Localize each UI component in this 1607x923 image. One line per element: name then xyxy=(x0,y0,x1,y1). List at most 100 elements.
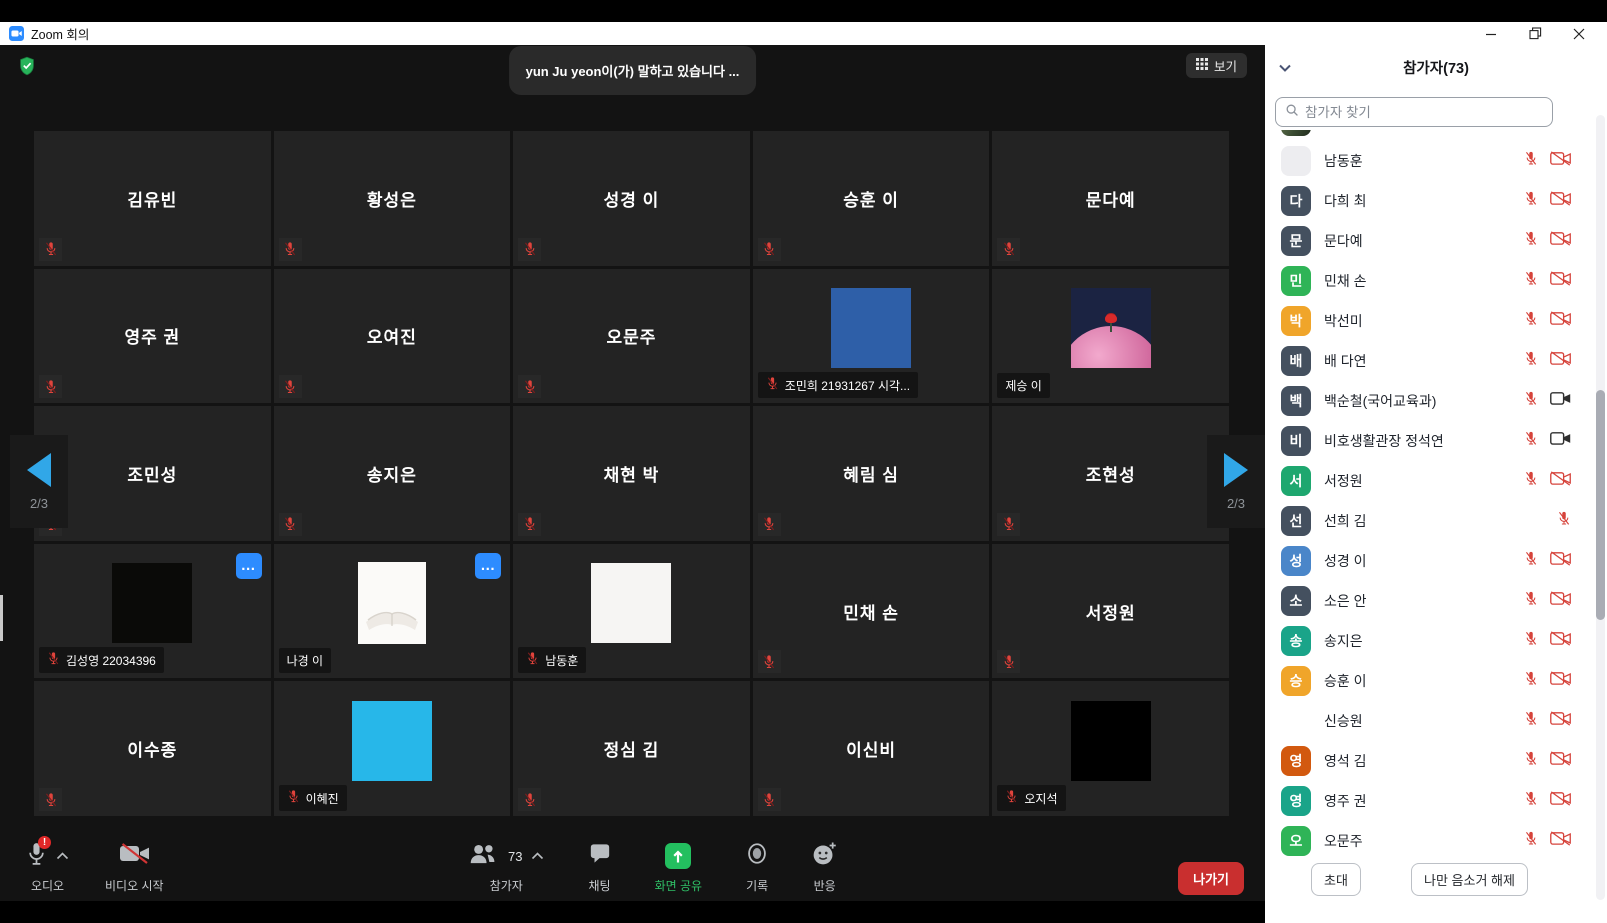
tile-more-button[interactable]: … xyxy=(236,553,262,579)
participant-name: 소은 안 xyxy=(1324,591,1511,611)
toolbar-item-audio[interactable]: !오디오 xyxy=(26,840,69,894)
participant-name: 남동훈 xyxy=(1324,151,1511,171)
mic-muted-icon xyxy=(1524,750,1538,772)
speaking-toast: yun Ju yeon이(가) 말하고 있습니다 ... xyxy=(509,46,757,95)
video-tile: 혜림 심 xyxy=(753,406,990,541)
participant-row[interactable]: 문문다예 xyxy=(1265,221,1595,261)
next-page-arrow-icon[interactable] xyxy=(1224,453,1248,487)
mic-muted-icon xyxy=(1524,190,1538,212)
window-controls xyxy=(1469,22,1601,45)
invite-button[interactable]: 초대 xyxy=(1311,863,1361,896)
video-tile: 황성은 xyxy=(274,131,511,266)
toolbar-item-chat[interactable]: 채팅 xyxy=(588,840,610,894)
tile-participant-name: 오문주 xyxy=(513,269,750,404)
tile-participant-name: 문다예 xyxy=(992,131,1229,266)
tile-participant-name: 승훈 이 xyxy=(753,131,990,266)
participant-row[interactable]: 오오문주 xyxy=(1265,821,1595,861)
participant-count: 73 xyxy=(508,849,522,864)
participant-status-icons xyxy=(1524,550,1571,572)
participant-list: 남동훈다다희 최문문다예민민채 손박 박선미배배 다연백백순철(국어교육과)비비호… xyxy=(1265,130,1595,861)
tile-participant-name: 이혜진 xyxy=(306,790,339,807)
tile-video-content xyxy=(358,562,426,644)
participant-avatar: 선 xyxy=(1281,506,1311,536)
camera-off-icon xyxy=(1550,471,1571,491)
tile-participant-name: 이수종 xyxy=(34,681,271,816)
minimize-button[interactable] xyxy=(1469,22,1513,45)
prev-page-arrow-icon[interactable] xyxy=(27,453,51,487)
mic-muted-icon xyxy=(287,789,300,807)
toolbar-item-label: 오디오 xyxy=(31,877,64,894)
panel-collapse-chevron-icon[interactable] xyxy=(1278,60,1292,78)
participant-row[interactable]: 송송지은 xyxy=(1265,621,1595,661)
mic-muted-icon xyxy=(766,376,779,394)
participants-scrollbar-thumb[interactable] xyxy=(1596,390,1605,620)
close-button[interactable] xyxy=(1557,22,1601,45)
mic-muted-icon xyxy=(1524,630,1538,652)
chevron-up-icon[interactable] xyxy=(56,847,69,865)
participant-row[interactable]: 박 박선미 xyxy=(1265,301,1595,341)
participant-status-icons xyxy=(1524,750,1571,772)
left-edge-scroll-handle[interactable] xyxy=(0,595,3,641)
toolbar-item-reactions[interactable]: 반응 xyxy=(812,840,837,894)
tile-name-label: 오지석 xyxy=(997,785,1065,811)
restore-button[interactable] xyxy=(1513,22,1557,45)
participant-row[interactable]: 소 소은 안 xyxy=(1265,581,1595,621)
participant-avatar: 소 xyxy=(1281,586,1311,616)
tile-participant-name: 오여진 xyxy=(274,269,511,404)
camera-off-icon xyxy=(1550,271,1571,291)
participant-row[interactable]: 배배 다연 xyxy=(1265,341,1595,381)
tile-video-content xyxy=(352,701,432,781)
toolbar-item-share[interactable]: 화면 공유 xyxy=(655,840,703,894)
tile-participant-name: 황성은 xyxy=(274,131,511,266)
participant-row[interactable]: 승승훈 이 xyxy=(1265,661,1595,701)
participant-status-icons xyxy=(1524,310,1571,332)
mic-muted-icon xyxy=(518,238,541,261)
camera-off-icon xyxy=(1550,231,1571,251)
participant-avatar: 박 xyxy=(1281,306,1311,336)
participant-row[interactable]: 선선희 김 xyxy=(1265,501,1595,541)
participant-avatar xyxy=(1281,130,1311,136)
search-icon xyxy=(1285,103,1299,122)
participant-row[interactable]: 민민채 손 xyxy=(1265,261,1595,301)
view-button[interactable]: 보기 xyxy=(1186,53,1247,78)
participant-name: 박선미 xyxy=(1324,311,1511,331)
tile-more-button[interactable]: … xyxy=(475,553,501,579)
participant-row[interactable]: 신승원 xyxy=(1265,701,1595,741)
tile-video-content xyxy=(831,288,911,368)
video-tile: 이수종 xyxy=(34,681,271,816)
participant-row[interactable]: 영영석 김 xyxy=(1265,741,1595,781)
chevron-up-icon[interactable] xyxy=(531,847,544,865)
participant-row[interactable]: 다다희 최 xyxy=(1265,181,1595,221)
tile-name-label: 김성영 22034396 xyxy=(39,647,164,673)
participant-name: 다희 최 xyxy=(1324,191,1511,211)
participant-avatar: 영 xyxy=(1281,786,1311,816)
toolbar-item-record[interactable]: 기록 xyxy=(746,840,768,894)
participant-status-icons xyxy=(1524,430,1571,452)
mic-muted-icon xyxy=(997,238,1020,261)
participant-name: 승훈 이 xyxy=(1324,671,1511,691)
tile-participant-name: 나경 이 xyxy=(287,652,323,669)
participant-row[interactable]: 비비호생활관장 정석연 xyxy=(1265,421,1595,461)
toolbar-item-video[interactable]: 비디오 시작 xyxy=(105,840,164,894)
camera-off-icon xyxy=(1550,631,1571,651)
video-tile: 문다예 xyxy=(992,131,1229,266)
participant-row[interactable] xyxy=(1265,130,1595,141)
participant-row[interactable]: 남동훈 xyxy=(1265,141,1595,181)
camera-off-icon xyxy=(1550,351,1571,371)
tile-name-label: 나경 이 xyxy=(279,648,331,673)
participant-row[interactable]: 영영주 권 xyxy=(1265,781,1595,821)
tile-participant-name: 이신비 xyxy=(753,681,990,816)
unmute-self-button[interactable]: 나만 음소거 해제 xyxy=(1411,863,1528,896)
security-shield-icon[interactable] xyxy=(19,56,35,76)
leave-button[interactable]: 나가기 xyxy=(1178,862,1244,895)
participant-row[interactable]: 백백순철(국어교육과) xyxy=(1265,381,1595,421)
window-top-strip xyxy=(0,0,1607,22)
camera-off-icon xyxy=(1550,311,1571,331)
participant-row[interactable]: 서서정원 xyxy=(1265,461,1595,501)
participant-search-input[interactable] xyxy=(1305,105,1543,120)
participant-status-icons xyxy=(1524,130,1571,132)
share-screen-icon xyxy=(665,843,691,869)
participant-row[interactable]: 성성경 이 xyxy=(1265,541,1595,581)
window-titlebar: Zoom 회의 xyxy=(0,22,1607,45)
toolbar-item-participants[interactable]: 73참가자 xyxy=(468,840,544,894)
